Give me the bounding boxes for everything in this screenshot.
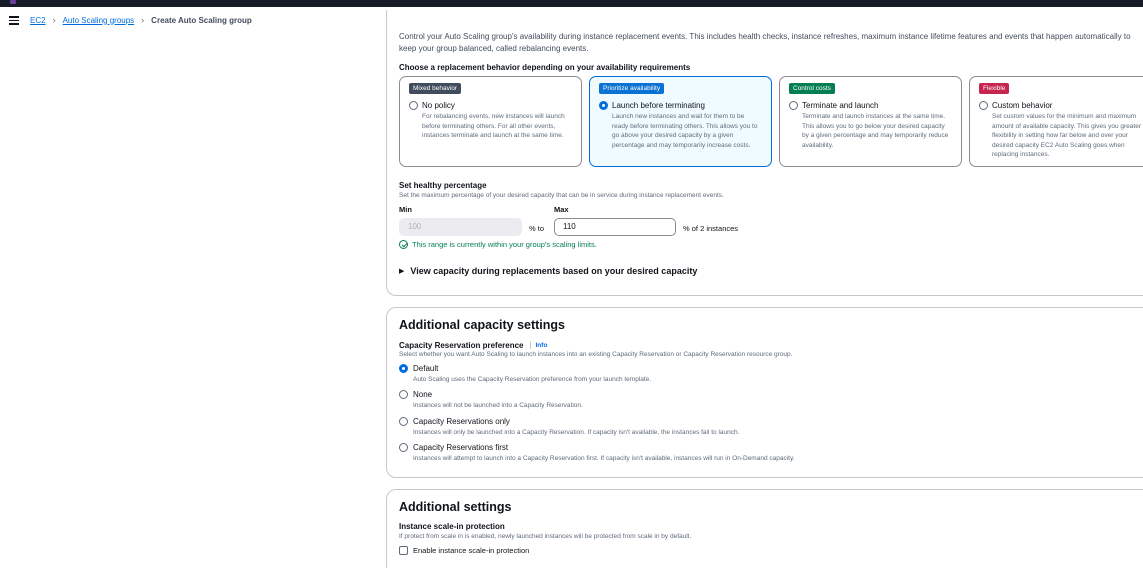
tile-title: Launch before terminating bbox=[612, 101, 705, 110]
caret-right-icon: ▶ bbox=[399, 268, 405, 275]
tile-terminate-and-launch[interactable]: Control costs Terminate and launch Termi… bbox=[779, 76, 962, 167]
tile-badge: Flexible bbox=[979, 83, 1010, 94]
capacity-reservation-desc: Select whether you want Auto Scaling to … bbox=[399, 351, 793, 358]
max-percentage-field[interactable]: 110 bbox=[554, 218, 676, 236]
capacity-expander[interactable]: ▶ View capacity during replacements base… bbox=[399, 266, 697, 276]
info-link[interactable]: Info bbox=[529, 342, 547, 349]
tile-badge: Mixed behavior bbox=[409, 83, 462, 94]
radio-none[interactable] bbox=[399, 390, 408, 399]
radio-terminate-and-launch[interactable] bbox=[789, 101, 798, 110]
scale-in-protection-checkbox[interactable] bbox=[399, 546, 408, 555]
option-only-label: Capacity Reservations only bbox=[413, 417, 510, 426]
breadcrumb-ec2[interactable]: EC2 bbox=[30, 16, 46, 25]
option-none-desc: Instances will not be launched into a Ca… bbox=[413, 402, 583, 409]
radio-default[interactable] bbox=[399, 364, 408, 373]
option-first-label: Capacity Reservations first bbox=[413, 443, 509, 452]
radio-custom-behavior[interactable] bbox=[979, 101, 988, 110]
radio-no-policy[interactable] bbox=[409, 101, 418, 110]
tile-custom-behavior[interactable]: Flexible Custom behavior Set custom valu… bbox=[969, 76, 1143, 167]
radio-launch-before-terminating[interactable] bbox=[599, 101, 608, 110]
tile-desc: Terminate and launch instances at the sa… bbox=[802, 113, 949, 149]
replacement-choose-label: Choose a replacement behavior depending … bbox=[399, 63, 691, 72]
breadcrumb-auto-scaling-groups[interactable]: Auto Scaling groups bbox=[63, 16, 135, 25]
radio-capacity-reservations-only[interactable] bbox=[399, 417, 408, 426]
tile-desc: For rebalancing events, new instances wi… bbox=[422, 113, 565, 140]
additional-settings-title: Additional settings bbox=[399, 500, 512, 514]
tile-title: Custom behavior bbox=[992, 101, 1053, 110]
min-label: Min bbox=[399, 205, 412, 214]
option-only-desc: Instances will only be launched into a C… bbox=[413, 429, 740, 436]
additional-capacity-title: Additional capacity settings bbox=[399, 318, 566, 332]
tile-badge: Control costs bbox=[789, 83, 835, 94]
tile-no-policy[interactable]: Mixed behavior No policy For rebalancing… bbox=[399, 76, 582, 167]
option-none-label: None bbox=[413, 390, 433, 399]
to-text: % to bbox=[529, 224, 545, 233]
tile-desc: Set custom values for the minimum and ma… bbox=[992, 113, 1141, 159]
expander-label: View capacity during replacements based … bbox=[410, 266, 698, 276]
scale-in-protection-checkbox-label[interactable]: Enable instance scale-in protection bbox=[413, 546, 529, 555]
additional-capacity-panel bbox=[386, 307, 1143, 478]
success-check-icon bbox=[399, 240, 408, 249]
menu-icon[interactable] bbox=[9, 16, 19, 25]
min-percentage-field: 100 bbox=[399, 218, 522, 236]
capacity-reservation-label-row: Capacity Reservation preference Info bbox=[399, 341, 547, 350]
healthy-percentage-title: Set healthy percentage bbox=[399, 181, 487, 190]
app-logo-fragment bbox=[10, 0, 16, 4]
tile-desc: Launch new instances and wait for them t… bbox=[612, 113, 758, 149]
chevron-right-icon: › bbox=[52, 15, 56, 25]
success-text: This range is currently within your grou… bbox=[412, 240, 597, 249]
breadcrumb: EC2 › Auto Scaling groups › Create Auto … bbox=[30, 15, 252, 25]
tile-launch-before-terminating[interactable]: Prioritize availability Launch before te… bbox=[589, 76, 772, 167]
replacement-intro: Control your Auto Scaling group's availa… bbox=[399, 32, 1131, 53]
of-instances-text: % of 2 instances bbox=[683, 224, 739, 233]
tile-title: No policy bbox=[422, 101, 455, 110]
healthy-percentage-desc: Set the maximum percentage of your desir… bbox=[399, 192, 724, 199]
breadcrumb-current: Create Auto Scaling group bbox=[151, 15, 252, 25]
option-default-desc: Auto Scaling uses the Capacity Reservati… bbox=[413, 376, 652, 383]
max-label: Max bbox=[554, 205, 569, 214]
top-app-bar bbox=[0, 0, 1143, 7]
tile-title: Terminate and launch bbox=[802, 101, 879, 110]
range-success-message: This range is currently within your grou… bbox=[399, 240, 597, 249]
option-first-desc: Instances will attempt to launch into a … bbox=[413, 455, 795, 462]
chevron-right-icon: › bbox=[141, 15, 145, 25]
scale-in-protection-label: Instance scale-in protection bbox=[399, 522, 505, 531]
capacity-reservation-label: Capacity Reservation preference bbox=[399, 341, 524, 350]
tile-badge: Prioritize availability bbox=[599, 83, 665, 94]
scale-in-protection-desc: If protect from scale in is enabled, new… bbox=[399, 533, 692, 540]
option-default-label: Default bbox=[413, 364, 439, 373]
radio-capacity-reservations-first[interactable] bbox=[399, 443, 408, 452]
